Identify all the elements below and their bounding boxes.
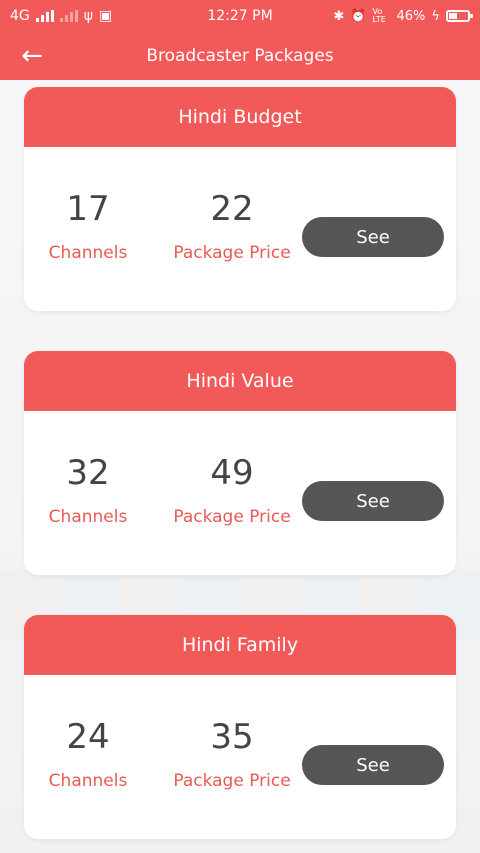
channels-label: Channels <box>48 507 128 527</box>
bluetooth-icon: ✱ <box>333 8 345 24</box>
volte-badge: Vo LTE <box>372 7 386 24</box>
alarm-icon: ⏰ <box>350 8 367 24</box>
notification-icon: ▣ <box>99 8 113 24</box>
package-card-hindi-value: Hindi Value 32 Channels 49 Package Price… <box>24 351 456 575</box>
see-button[interactable]: See <box>302 481 444 521</box>
charging-icon: ϟ <box>431 8 440 24</box>
package-card-hindi-family: Hindi Family 24 Channels 35 Package Pric… <box>24 615 456 839</box>
signal-sim2-icon <box>59 10 78 22</box>
price-label: Package Price <box>173 243 291 263</box>
channels-label: Channels <box>48 243 128 263</box>
page-title: Broadcaster Packages <box>146 46 334 66</box>
see-button[interactable]: See <box>302 217 444 257</box>
network-type: 4G <box>10 8 30 24</box>
channels-stat: 32 Channels <box>24 453 158 527</box>
channels-count: 24 <box>66 717 110 757</box>
channels-stat: 17 Channels <box>24 189 158 263</box>
package-body: 32 Channels 49 Package Price See <box>24 411 456 575</box>
status-left: 4G ψ ▣ <box>10 8 112 24</box>
package-list[interactable]: Hindi Budget 17 Channels 22 Package Pric… <box>0 80 480 853</box>
package-name: Hindi Value <box>24 351 456 411</box>
package-body: 24 Channels 35 Package Price See <box>24 675 456 839</box>
package-price: 35 <box>210 717 254 757</box>
battery-icon <box>446 10 473 22</box>
status-right: ✱ ⏰ Vo LTE 46% ϟ <box>333 7 473 24</box>
package-price: 22 <box>210 189 254 229</box>
battery-percent: 46% <box>396 8 426 24</box>
usb-icon: ψ <box>83 8 94 24</box>
package-name: Hindi Budget <box>24 87 456 147</box>
channels-count: 32 <box>66 453 110 493</box>
see-button[interactable]: See <box>302 745 444 785</box>
status-bar: 4G ψ ▣ 12:27 PM ✱ ⏰ Vo LTE 46% ϟ <box>0 0 480 32</box>
app-bar: ← Broadcaster Packages <box>0 32 480 80</box>
price-label: Package Price <box>173 507 291 527</box>
price-stat: 22 Package Price <box>162 189 302 263</box>
channels-label: Channels <box>48 771 128 791</box>
channels-stat: 24 Channels <box>24 717 158 791</box>
package-card-hindi-budget: Hindi Budget 17 Channels 22 Package Pric… <box>24 87 456 311</box>
channels-count: 17 <box>66 189 110 229</box>
back-arrow-icon[interactable]: ← <box>0 32 64 80</box>
price-label: Package Price <box>173 771 291 791</box>
price-stat: 35 Package Price <box>162 717 302 791</box>
price-stat: 49 Package Price <box>162 453 302 527</box>
package-body: 17 Channels 22 Package Price See <box>24 147 456 311</box>
package-name: Hindi Family <box>24 615 456 675</box>
signal-icon <box>35 10 54 22</box>
package-price: 49 <box>210 453 254 493</box>
